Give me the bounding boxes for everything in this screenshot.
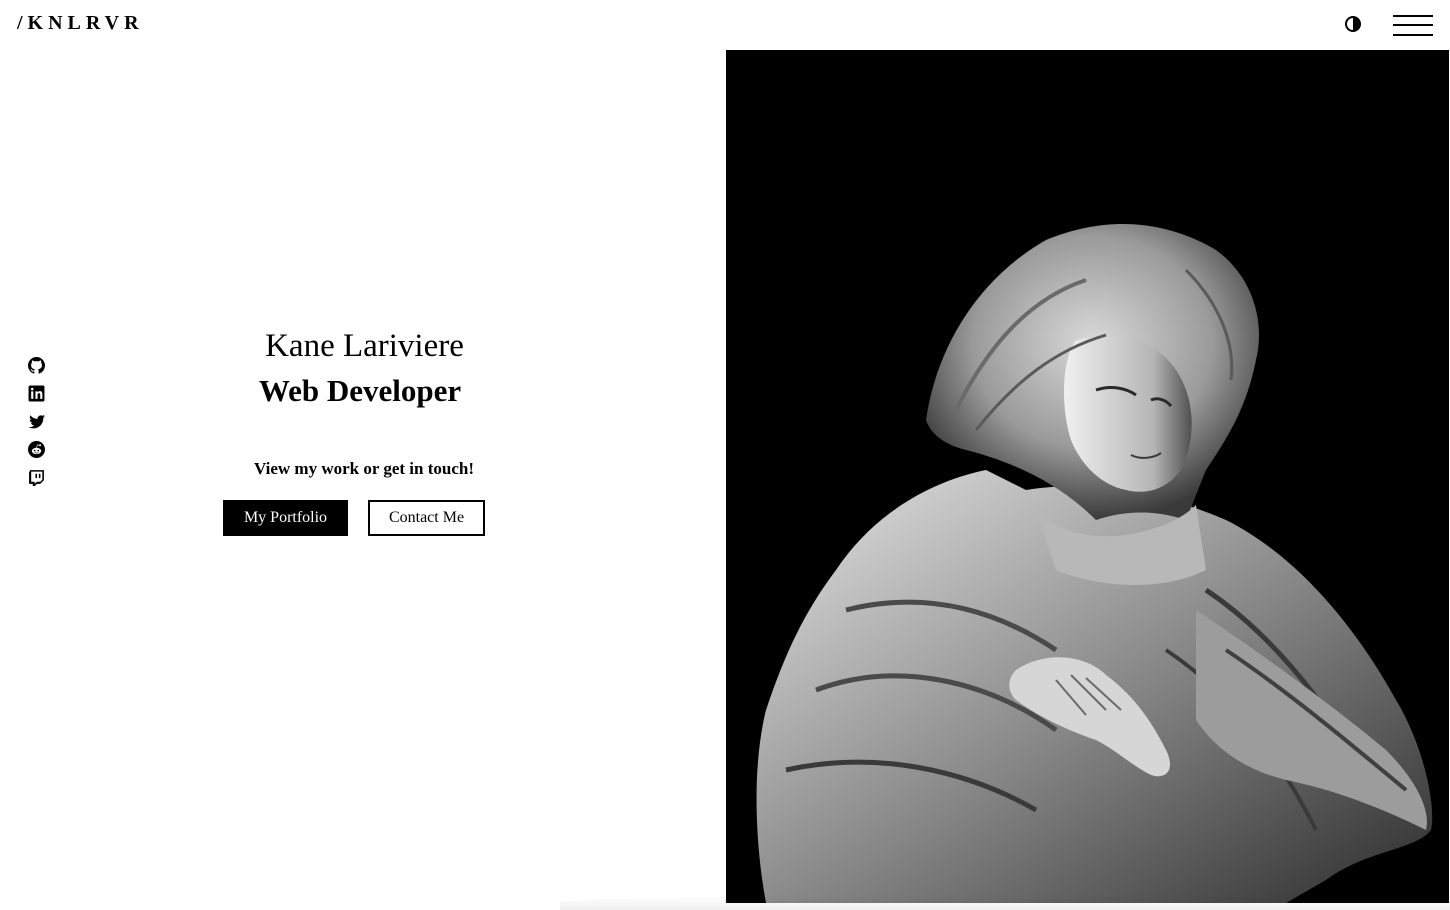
hero-section: Kane Lariviere Web Developer View my wor… [150,322,578,480]
linkedin-link[interactable] [28,385,45,402]
menu-bar [1393,24,1433,26]
marble-statue-image [726,50,1449,903]
hero-name: Kane Lariviere [265,328,464,364]
hero-cta-text: View my work or get in touch! [253,459,475,478]
twitch-icon [29,470,44,486]
bottom-shadow [560,895,1450,910]
half-circle-contrast-icon [1345,16,1361,32]
portfolio-button[interactable]: My Portfolio [223,500,348,536]
theme-toggle-button[interactable] [1344,15,1362,33]
page: /KNLRVR Kane Lariviere Web Developer Vie… [0,0,1450,910]
social-links [28,357,46,497]
twitter-icon [28,414,45,429]
linkedin-icon [28,385,45,402]
twitter-link[interactable] [28,413,45,430]
reddit-link[interactable] [28,441,45,458]
github-icon [28,357,45,374]
contact-button[interactable]: Contact Me [368,500,485,536]
hamburger-menu-button[interactable] [1393,13,1435,39]
menu-bar [1393,15,1433,17]
reddit-icon [28,441,45,458]
menu-bar [1393,34,1433,36]
hero-role: Web Developer [258,373,462,408]
site-logo[interactable]: /KNLRVR [17,11,144,35]
twitch-link[interactable] [28,469,45,486]
github-link[interactable] [28,357,45,374]
